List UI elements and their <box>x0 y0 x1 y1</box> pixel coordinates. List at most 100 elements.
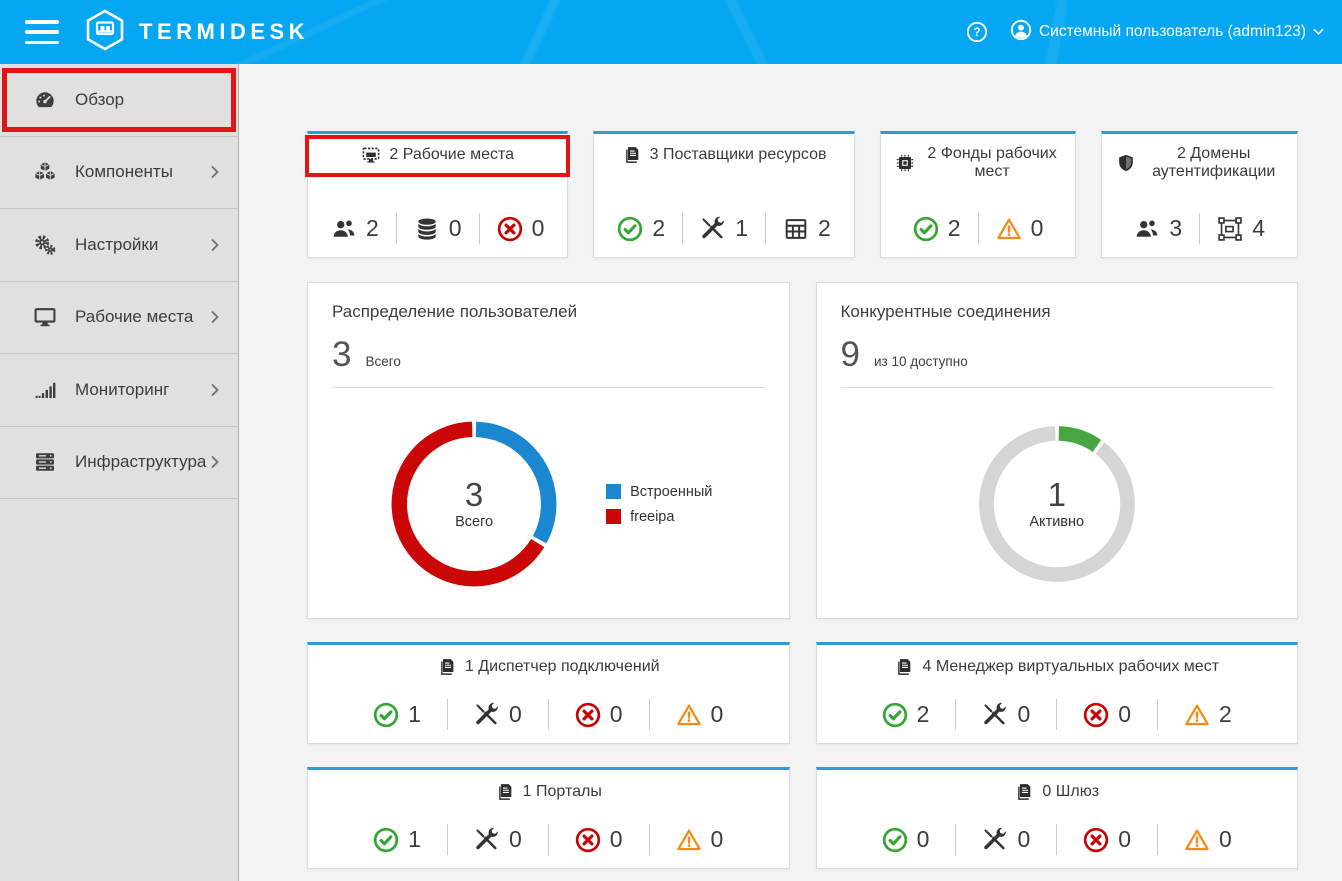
sidebar-item-overview[interactable]: Обзор <box>0 64 238 137</box>
chart-summary: 9из 10 доступно <box>841 335 1274 375</box>
chart-summary-label: из 10 доступно <box>874 354 968 369</box>
service-card-vdi-manager[interactable]: 4 Менеджер виртуальных рабочих мест2002 <box>816 642 1299 744</box>
stat-value: 0 <box>509 701 522 728</box>
stat-users: 2 <box>314 213 396 244</box>
card-stats: 2 1 2 <box>600 213 847 244</box>
chart-summary-value: 3 <box>332 335 351 375</box>
database-icon <box>414 216 440 242</box>
workplace-monitor-icon <box>361 145 381 165</box>
summary-card-title[interactable]: 3 Поставщики ресурсов <box>600 145 847 165</box>
summary-card-workplaces[interactable]: 2 Рабочие места200 <box>307 131 568 258</box>
table-icon <box>783 216 809 242</box>
sidebar-item-workplaces[interactable]: Рабочие места <box>0 282 238 355</box>
user-avatar-icon <box>1010 19 1032 46</box>
chart-cards-row: Распределение пользователей3Всего3ВсегоВ… <box>307 282 1298 619</box>
summary-card-title[interactable]: 2 Домены аутентификации <box>1108 145 1291 182</box>
check-circle-icon <box>913 216 939 242</box>
stat-warning: 2 <box>1157 699 1258 730</box>
tools-icon <box>700 216 726 242</box>
summary-cards-row: 2 Рабочие места2003 Поставщики ресурсов2… <box>307 131 1298 258</box>
stat-warning: 0 <box>1157 824 1258 855</box>
stat-tools: 0 <box>955 824 1056 855</box>
summary-card-resource-providers[interactable]: 3 Поставщики ресурсов 2 1 2 <box>593 131 854 258</box>
termidesk-logo-icon <box>85 9 125 56</box>
stat-error-circle: 0 <box>548 699 649 730</box>
card-stats: 1000 <box>314 699 783 730</box>
stat-value: 0 <box>1017 826 1030 853</box>
sidebar-item-settings[interactable]: Настройки <box>0 209 238 282</box>
help-icon[interactable]: ? <box>966 21 988 43</box>
service-card-title: 4 Менеджер виртуальных рабочих мест <box>823 657 1292 677</box>
sidebar-item-label: Рабочие места <box>75 307 193 327</box>
cpu-icon <box>895 153 915 173</box>
users-icon <box>1134 216 1160 242</box>
chart-legend: Встроенный freeipa <box>606 484 712 525</box>
stat-value: 2 <box>366 215 379 242</box>
tools-icon <box>982 827 1008 853</box>
product-name: TERMIDESK <box>139 19 309 45</box>
sidebar-item-monitoring[interactable]: Мониторинг <box>0 354 238 427</box>
service-card-gateway[interactable]: 0 Шлюз0000 <box>816 767 1299 869</box>
service-card-connection-dispatcher[interactable]: 1 Диспетчер подключений1000 <box>307 642 790 744</box>
cubes-icon <box>33 160 57 184</box>
user-menu[interactable]: Системный пользователь (admin123) <box>1010 19 1324 46</box>
stat-value: 2 <box>1219 701 1232 728</box>
chart-bars-icon <box>33 378 57 402</box>
stat-users: 3 <box>1117 213 1199 244</box>
warning-icon <box>1184 827 1210 853</box>
stat-tools: 1 <box>682 213 765 244</box>
chevron-right-icon <box>208 310 222 324</box>
stat-check-circle: 2 <box>600 213 682 244</box>
stat-database: 0 <box>396 213 479 244</box>
sidebar-item-label: Обзор <box>75 90 124 110</box>
stat-value: 0 <box>1118 826 1131 853</box>
menu-toggle-button[interactable] <box>25 20 59 44</box>
donut-chart: 3Всего <box>384 414 564 594</box>
check-circle-icon <box>373 702 399 728</box>
stat-value: 0 <box>610 826 623 853</box>
shield-icon <box>1116 153 1136 173</box>
dashboard-icon <box>33 88 57 112</box>
service-card-title-text: 4 Менеджер виртуальных рабочих мест <box>922 658 1219 676</box>
chart-title: Распределение пользователей <box>332 302 765 322</box>
sidebar-item-components[interactable]: Компоненты <box>0 137 238 210</box>
stat-tools: 0 <box>447 699 548 730</box>
stat-value: 4 <box>1252 215 1265 242</box>
tools-icon <box>474 702 500 728</box>
chart-body: 1Активно <box>841 388 1274 620</box>
legend-item[interactable]: Встроенный <box>606 484 712 500</box>
sidebar-item-label: Компоненты <box>75 162 173 182</box>
stat-value: 3 <box>1169 215 1182 242</box>
documents-icon <box>622 145 642 165</box>
summary-card-title[interactable]: 2 Фонды рабочих мест <box>887 145 1070 182</box>
stat-warning: 0 <box>649 699 750 730</box>
stat-check-circle: 1 <box>347 699 447 730</box>
stat-error-circle: 0 <box>1056 824 1157 855</box>
stat-warning: 0 <box>649 824 750 855</box>
stat-value: 0 <box>1118 701 1131 728</box>
service-card-portals[interactable]: 1 Порталы1000 <box>307 767 790 869</box>
legend-item[interactable]: freeipa <box>606 509 712 525</box>
stat-error-circle: 0 <box>548 824 649 855</box>
sidebar-item-infrastructure[interactable]: Инфраструктура <box>0 427 238 500</box>
stat-check-circle: 2 <box>896 213 978 244</box>
check-circle-icon <box>882 702 908 728</box>
stat-value: 0 <box>711 826 724 853</box>
stat-value: 2 <box>818 215 831 242</box>
documents-icon <box>894 657 914 677</box>
error-circle-icon <box>575 702 601 728</box>
summary-card-title-text: 2 Фонды рабочих мест <box>923 145 1062 182</box>
stat-value: 1 <box>735 215 748 242</box>
card-stats: 1000 <box>314 824 783 855</box>
desktop-icon <box>33 305 57 329</box>
chart-summary-label: Всего <box>365 354 400 369</box>
users-icon <box>331 216 357 242</box>
legend-label: freeipa <box>630 509 674 525</box>
check-circle-icon <box>882 827 908 853</box>
stat-value: 0 <box>711 701 724 728</box>
summary-card-workplace-pools[interactable]: 2 Фонды рабочих мест20 <box>880 131 1077 258</box>
summary-card-title-text: 3 Поставщики ресурсов <box>650 146 827 164</box>
summary-card-title[interactable]: 2 Рабочие места <box>314 145 561 165</box>
chevron-right-icon <box>208 383 222 397</box>
summary-card-auth-domains[interactable]: 2 Домены аутентификации 3 4 <box>1101 131 1298 258</box>
